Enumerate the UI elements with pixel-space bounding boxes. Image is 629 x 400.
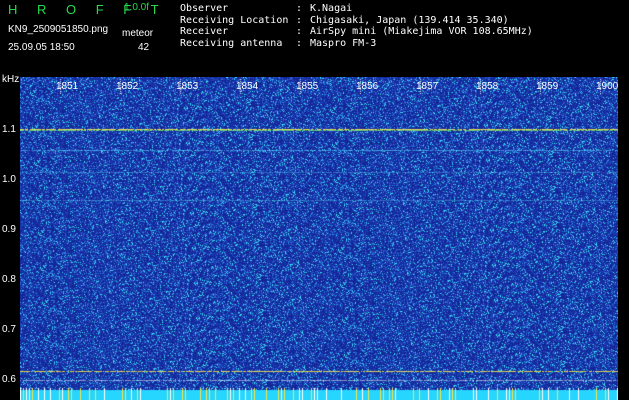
x-tick-label: 1855 [296,81,319,92]
info-label: Receiving antenna [180,37,283,49]
info-row-antenna: Receiving antenna: Maspro FM-3 [180,38,533,50]
y-tick-label: 0.6 [2,374,16,385]
meteor-label: meteor [122,28,154,39]
info-value: Maspro FM-3 [310,37,377,49]
info-row-location: Receiving Location: Chigasaki, Japan (139… [180,15,533,27]
y-tick-label: 0.7 [2,324,16,335]
file-name: KN9_2509051850.png [8,24,109,35]
info-value: K.Nagai [310,3,353,14]
info-separator: : [296,26,303,37]
x-tick-label: 1851 [56,81,79,92]
y-tick-label: 0.9 [2,224,16,235]
x-tick-label: 1859 [536,81,559,92]
info-row-observer: Observer: K.Nagai [180,3,533,15]
x-tick-label: 1858 [476,81,499,92]
y-tick-label: 1.1 [2,124,16,135]
date-time: 25.09.05 18:50 [8,42,75,53]
info-value: Chigasaki, Japan (139.414 35.340) [310,14,509,26]
meteor-count: 42 [138,42,150,53]
station-info: Observer: K.Nagai Receiving Location: Chig… [180,3,533,49]
x-tick-label: 1853 [176,81,199,92]
info-label: Receiving Location [180,14,289,26]
info-separator: : [296,14,303,26]
info-value: AirSpy mini (Miakejima VOR 108.65MHz) [310,26,533,37]
y-tick-label: 1.0 [2,174,16,185]
y-axis-unit: kHz [2,74,20,85]
spectrogram[interactable] [20,77,618,400]
x-tick-label: 1857 [416,81,439,92]
info-separator: : [296,3,303,14]
x-tick-label: 1900 [596,81,619,92]
app-version: 1.0.0f [124,2,150,13]
info-separator: : [296,37,303,49]
info-label: Observer [180,3,229,14]
spectrogram-canvas[interactable] [20,77,618,400]
x-tick-label: 1854 [236,81,259,92]
x-tick-label: 1852 [116,81,139,92]
info-row-receiver: Receiver: AirSpy mini (Miakejima VOR 108.… [180,26,533,38]
x-tick-label: 1856 [356,81,379,92]
y-tick-label: 0.8 [2,274,16,285]
info-label: Receiver [180,26,229,37]
